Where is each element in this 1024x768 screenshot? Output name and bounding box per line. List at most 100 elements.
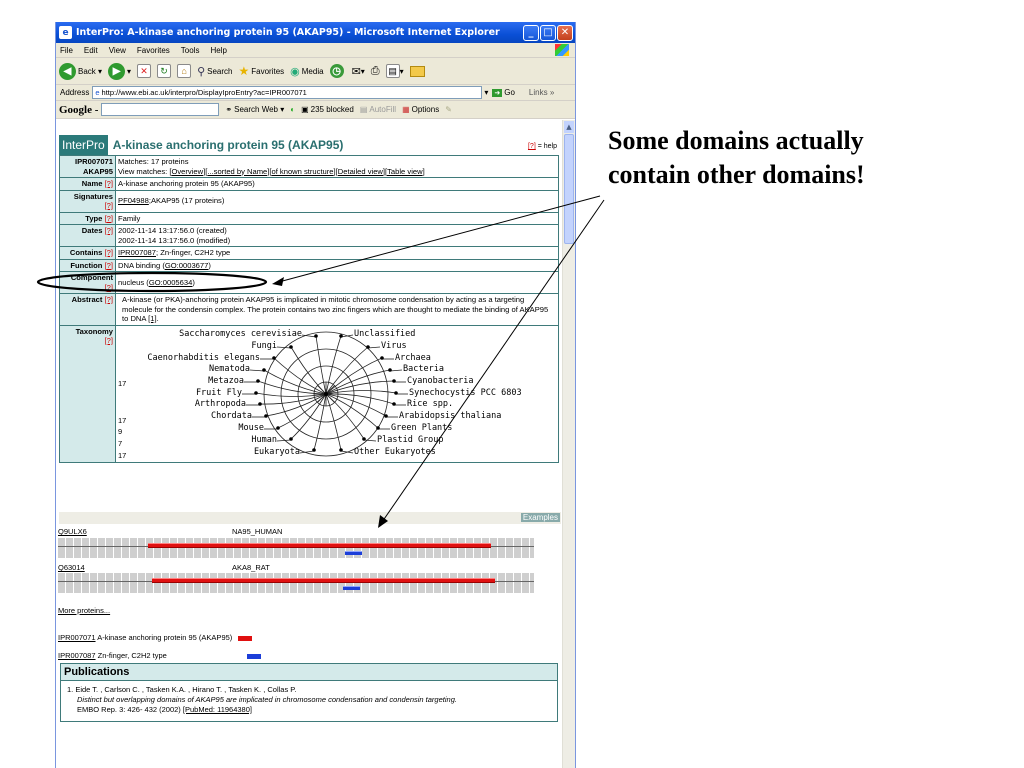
- row-dates: Dates [?] 2002-11-14 13:17:56.0 (created…: [59, 224, 559, 247]
- horizontal-scrollbar[interactable]: [59, 512, 561, 524]
- close-button[interactable]: ✕: [557, 24, 573, 41]
- favorites-button[interactable]: ★ Favorites: [238, 64, 284, 78]
- scroll-thumb[interactable]: [564, 134, 574, 244]
- vertical-scrollbar[interactable]: ▲: [562, 120, 575, 768]
- function-help-link[interactable]: [?]: [105, 261, 113, 270]
- znfinger-domain-bar[interactable]: [345, 551, 362, 555]
- print-button[interactable]: ⎙: [371, 65, 380, 78]
- legend-accession-1[interactable]: IPR007071: [58, 633, 96, 642]
- taxon-label: Eukaryota: [253, 446, 300, 457]
- mail-button[interactable]: ✉ ▾: [352, 65, 365, 78]
- google-logo[interactable]: Google -: [59, 104, 98, 116]
- dates-help-link[interactable]: [?]: [105, 226, 113, 235]
- taxon-label: Synechocystis PCC 6803: [409, 387, 522, 398]
- pubmed-link[interactable]: [PubMed: 11964380]: [183, 705, 252, 714]
- taxon-label: Virus: [381, 340, 407, 351]
- taxon-label: Other Eukaryotes: [354, 446, 436, 457]
- address-input[interactable]: e http://www.ebi.ac.uk/interpro/DisplayI…: [92, 86, 483, 99]
- refresh-button[interactable]: ↻: [157, 64, 172, 78]
- tree-branch: [265, 393, 327, 416]
- annotation-line-1: Some domains actually: [608, 126, 864, 155]
- abstract-help-link[interactable]: [?]: [105, 295, 113, 304]
- history-button[interactable]: ◷: [329, 64, 346, 78]
- component-help-link[interactable]: [?]: [62, 283, 113, 293]
- row-accession: IPR007071 AKAP95 Matches: 17 proteins View…: [59, 155, 559, 178]
- contains-link[interactable]: IPR007087: [118, 248, 156, 257]
- taxonomy-help-link[interactable]: [?]: [62, 336, 113, 346]
- media-button[interactable]: ◉ Media: [290, 65, 323, 78]
- menu-help[interactable]: Help: [210, 46, 226, 55]
- abstract-label-cell: Abstract [?]: [59, 293, 116, 326]
- slide-annotation: Some domains actually contain other doma…: [608, 124, 1008, 192]
- taxon-label: Plastid Group: [377, 434, 444, 445]
- back-button[interactable]: ◀ Back ▾: [59, 62, 102, 80]
- print-icon: ⎙: [370, 64, 380, 77]
- tree-node: [312, 447, 316, 452]
- folder-button[interactable]: [409, 65, 425, 77]
- menu-file[interactable]: File: [60, 46, 73, 55]
- google-search-web-button[interactable]: ⚭ Search Web ▾: [225, 105, 284, 114]
- autofill-button[interactable]: ▤ AutoFill: [360, 105, 396, 114]
- tree-node: [376, 425, 380, 430]
- popup-blocker-button[interactable]: ▣ 235 blocked: [301, 105, 354, 114]
- forward-button[interactable]: ▶ ▾: [108, 62, 131, 80]
- google-toolbar: Google - ⚭ Search Web ▾ ◐ ▣ 235 blocked ▤ A…: [56, 101, 575, 119]
- function-text: DNA binding (: [118, 260, 165, 270]
- stop-button[interactable]: ✕: [137, 64, 152, 78]
- favorites-label: Favorites: [251, 66, 285, 76]
- tree-node: [362, 436, 366, 441]
- znfinger-domain-bar[interactable]: [343, 586, 360, 590]
- search-web-label: Search Web: [234, 105, 278, 114]
- view-matches-links[interactable]: [Overview][...sorted by Name][of known s…: [169, 167, 424, 176]
- component-go-link[interactable]: GO:0005634: [149, 278, 193, 287]
- address-value: http://www.ebi.ac.uk/interpro/DisplayIpr…: [101, 88, 307, 97]
- row-abstract: Abstract [?] A-kinase (or PKA)-anchoring…: [59, 293, 559, 326]
- edit-button[interactable]: ▤ ▾: [385, 64, 404, 78]
- protein-accession-2[interactable]: Q63014: [58, 563, 85, 572]
- help-link[interactable]: [?]: [528, 143, 536, 150]
- address-dropdown-icon[interactable]: ▾: [484, 88, 488, 97]
- protein-accession-1[interactable]: Q9ULX6: [58, 527, 87, 536]
- more-proteins-link[interactable]: More proteins...: [58, 606, 110, 615]
- go-button[interactable]: ➜ Go: [492, 88, 515, 97]
- tree-root: [324, 391, 328, 396]
- google-search-input[interactable]: [101, 103, 220, 116]
- tree-branch: [263, 369, 327, 394]
- tree-branch: [290, 346, 327, 394]
- signatures-help-link[interactable]: [?]: [62, 201, 113, 211]
- akap95-domain-bar[interactable]: [148, 543, 491, 548]
- type-help-link[interactable]: [?]: [105, 214, 113, 223]
- menu-view[interactable]: View: [109, 46, 126, 55]
- maximize-button[interactable]: □: [540, 24, 556, 41]
- highlighter-icon[interactable]: ✎: [445, 105, 452, 114]
- taxon-label: Chordata: [211, 410, 252, 421]
- search-button[interactable]: ⚲ Search: [197, 65, 232, 78]
- minimize-button[interactable]: _: [523, 24, 539, 41]
- abstract-ref-link[interactable]: [1]: [148, 314, 156, 323]
- legend-accession-2[interactable]: IPR007087: [58, 651, 96, 660]
- taxon-label: Caenorhabditis elegans: [147, 352, 260, 363]
- annotation-line-2: contain other domains!: [608, 160, 865, 189]
- pfam-link[interactable]: PF04988: [118, 196, 149, 205]
- dates-label-cell: Dates [?]: [59, 224, 116, 247]
- menu-edit[interactable]: Edit: [84, 46, 98, 55]
- back-label: Back: [78, 66, 96, 76]
- home-button[interactable]: ⌂: [177, 64, 192, 78]
- menu-favorites[interactable]: Favorites: [137, 46, 170, 55]
- menu-tools[interactable]: Tools: [181, 46, 200, 55]
- legend-label-1: A-kinase anchoring protein 95 (AKAP95): [95, 633, 233, 642]
- interpro-logo[interactable]: InterPro: [59, 135, 108, 155]
- links-button[interactable]: Links »: [529, 88, 554, 97]
- abstract-text: A-kinase (or PKA)-anchoring protein AKAP…: [122, 295, 549, 323]
- akap95-domain-bar[interactable]: [152, 578, 495, 583]
- options-button[interactable]: ▦ Options: [402, 105, 439, 114]
- tree-node: [276, 425, 280, 430]
- legend-item-1: IPR007071 A-kinase anchoring protein 95 …: [58, 633, 253, 642]
- function-go-link[interactable]: GO:0003677: [165, 261, 209, 270]
- examples-link[interactable]: Examples: [520, 513, 560, 522]
- taxon-label: Arabidopsis thaliana: [399, 410, 502, 421]
- search-icon: ⚲: [197, 65, 206, 78]
- name-help-link[interactable]: [?]: [105, 179, 113, 188]
- scroll-up-arrow-icon[interactable]: ▲: [564, 121, 574, 133]
- contains-help-link[interactable]: [?]: [105, 248, 113, 257]
